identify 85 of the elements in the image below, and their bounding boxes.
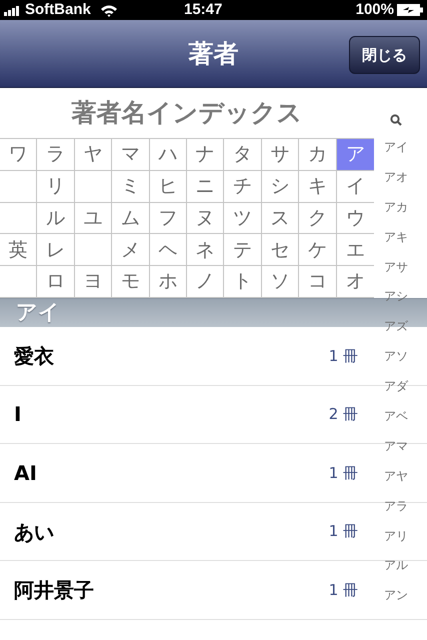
kana-key[interactable]: ユ — [74, 202, 112, 234]
index-entry[interactable]: アキ — [384, 222, 408, 252]
book-count: 1 冊 — [328, 462, 358, 484]
kana-key[interactable]: ラ — [37, 139, 75, 171]
kana-key[interactable]: ク — [299, 202, 337, 234]
kana-key[interactable]: ウ — [336, 202, 374, 234]
kana-key[interactable]: ホ — [150, 266, 187, 298]
kana-key[interactable]: ケ — [299, 234, 337, 266]
section-title: アイ — [16, 299, 60, 326]
wifi-icon — [100, 4, 118, 16]
kana-key[interactable]: オ — [336, 266, 374, 298]
battery-percent: 100% — [356, 0, 394, 20]
author-name: あい — [14, 518, 54, 546]
search-icon[interactable] — [390, 114, 402, 126]
kana-key[interactable]: カ — [299, 139, 337, 171]
author-row[interactable]: 阿井景子 1 冊 — [0, 561, 378, 619]
kana-key[interactable]: リ — [37, 170, 75, 203]
author-name: AI — [14, 460, 37, 487]
author-name: 阿井景子 — [14, 577, 94, 604]
kana-key[interactable]: コ — [299, 266, 337, 298]
kana-key[interactable]: レ — [37, 234, 75, 266]
author-name: I — [14, 401, 22, 428]
close-button[interactable]: 閉じる — [349, 36, 420, 74]
kana-key[interactable]: チ — [224, 170, 262, 203]
index-entry[interactable]: アラ — [384, 490, 408, 521]
index-entry[interactable]: アベ — [384, 401, 408, 431]
book-count: 1 冊 — [328, 521, 358, 542]
kana-key[interactable]: ナ — [187, 139, 224, 171]
kana-key[interactable]: モ — [112, 266, 150, 298]
nav-title: 著者 — [188, 38, 238, 70]
kana-key[interactable]: ス — [262, 202, 300, 234]
kana-key[interactable]: フ — [150, 202, 187, 234]
index-entry[interactable]: アマ — [384, 430, 408, 461]
index-entry[interactable]: アン — [384, 580, 408, 610]
book-count: 1 冊 — [328, 346, 358, 367]
kana-key[interactable]: テ — [224, 234, 262, 266]
author-row[interactable]: AI 1 冊 — [0, 444, 378, 502]
index-title: 著者名インデックス — [70, 97, 304, 130]
index-entry[interactable]: アイ — [384, 132, 408, 162]
clock-time: 15:47 — [184, 0, 222, 20]
kana-key[interactable]: ヤ — [74, 139, 112, 171]
author-row[interactable]: あい 1 冊 — [0, 502, 378, 560]
kana-key[interactable]: ソ — [262, 266, 300, 298]
index-entry[interactable]: アソ — [384, 341, 408, 372]
index-entry[interactable]: アダ — [384, 371, 408, 402]
kana-key[interactable]: セ — [262, 234, 300, 266]
signal-icon — [4, 4, 22, 16]
kana-key[interactable]: タ — [224, 139, 262, 171]
kana-key[interactable]: シ — [262, 170, 300, 203]
kana-key[interactable]: サ — [262, 139, 300, 171]
index-entry[interactable]: アヤ — [384, 460, 408, 491]
author-row[interactable]: 愛衣 1 冊 — [0, 327, 378, 385]
kana-key[interactable]: ミ — [112, 170, 150, 203]
kana-key[interactable]: 英 — [0, 234, 38, 266]
kana-key[interactable]: イ — [336, 170, 374, 203]
kana-key[interactable]: ハ — [150, 139, 187, 171]
index-entry[interactable]: アサ — [384, 252, 408, 282]
index-entry[interactable]: アオ — [384, 162, 408, 192]
kana-key[interactable]: ワ — [0, 139, 38, 171]
kana-key[interactable]: ヘ — [150, 234, 187, 266]
index-entry[interactable]: アル — [384, 550, 408, 580]
kana-key[interactable]: ニ — [187, 170, 224, 203]
author-name: 愛衣 — [14, 342, 54, 370]
kana-key[interactable]: ヒ — [150, 170, 187, 203]
kana-key[interactable]: ル — [37, 202, 75, 234]
kana-key[interactable]: キ — [299, 170, 337, 203]
battery-icon — [397, 4, 423, 16]
index-entry[interactable]: アリ — [384, 520, 408, 550]
kana-key[interactable]: ノ — [187, 266, 224, 298]
kana-key[interactable]: ツ — [224, 202, 262, 234]
kana-key[interactable]: メ — [112, 234, 150, 266]
book-count: 2 冊 — [328, 404, 358, 426]
carrier-name: SoftBank — [25, 0, 91, 20]
kana-key[interactable]: ム — [112, 202, 150, 234]
kana-key[interactable]: ヌ — [187, 202, 224, 234]
kana-key[interactable]: ア — [336, 139, 374, 171]
index-entry[interactable]: アカ — [384, 192, 408, 222]
kana-key[interactable]: ヨ — [74, 266, 112, 298]
kana-key[interactable]: ロ — [37, 266, 75, 298]
book-count: 1 冊 — [328, 580, 358, 601]
kana-key[interactable]: マ — [112, 139, 150, 171]
kana-key[interactable]: エ — [336, 234, 374, 266]
kana-key[interactable]: ト — [224, 266, 262, 298]
kana-key[interactable]: ネ — [187, 234, 224, 266]
author-row[interactable]: I 2 冊 — [0, 386, 378, 444]
